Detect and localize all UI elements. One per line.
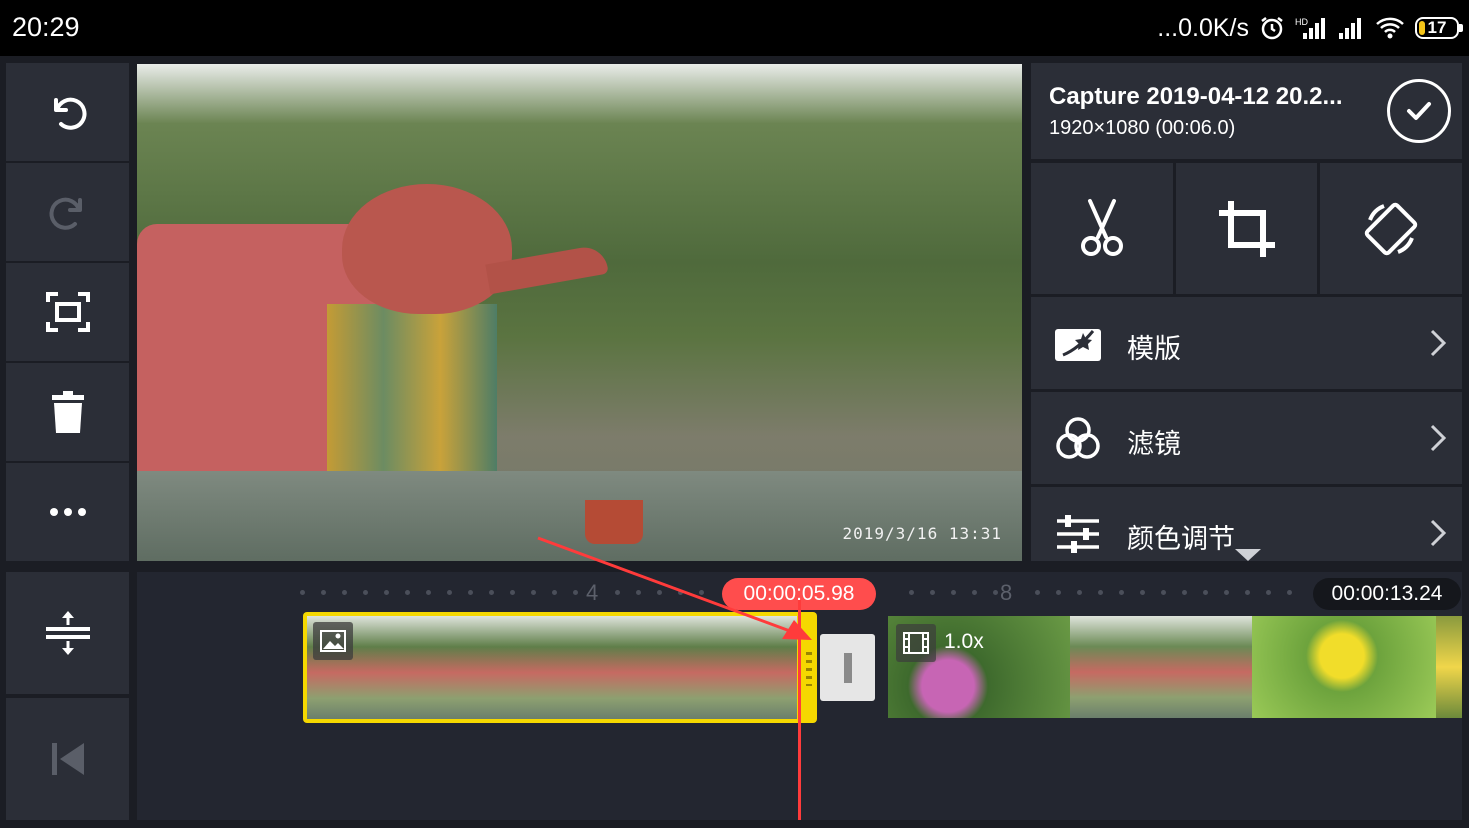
- delete-button[interactable]: [6, 363, 129, 461]
- ruler-tick: [405, 590, 410, 595]
- jump-to-start-button[interactable]: [6, 698, 129, 820]
- menu-label: 颜色调节: [1127, 524, 1235, 554]
- more-button[interactable]: [6, 463, 129, 561]
- ruler-tick: [447, 590, 452, 595]
- scroll-down-indicator-icon: [1235, 549, 1261, 561]
- ruler-tick: [1266, 590, 1271, 595]
- film-icon: [896, 624, 936, 662]
- annotation-arrow-icon: [537, 536, 812, 640]
- hd-signal-icon: HD: [1295, 17, 1325, 39]
- ruler-tick: [909, 590, 914, 595]
- ruler-tick: [1056, 590, 1061, 595]
- menu-item-filter[interactable]: 滤镜: [1031, 392, 1462, 484]
- crop-button[interactable]: [1175, 163, 1318, 294]
- ruler-tick: [930, 590, 935, 595]
- layers-icon: [45, 611, 90, 655]
- clip-title: Capture 2019-04-12 20.2...: [1049, 83, 1343, 110]
- redo-button[interactable]: [6, 163, 129, 261]
- skip-start-icon: [51, 743, 84, 775]
- redo-icon: [49, 197, 82, 230]
- ruler-tick: [1119, 590, 1124, 595]
- check-icon: [1407, 102, 1431, 120]
- clip-thumbnail: [1436, 616, 1462, 718]
- battery-icon: 17: [1415, 17, 1463, 39]
- clip-speed-label: 1.0x: [944, 630, 984, 653]
- transition-icon: [843, 652, 852, 683]
- total-duration: 00:00:13.24: [1313, 578, 1461, 610]
- crop-icon: [1218, 200, 1275, 257]
- ruler-tick: [342, 590, 347, 595]
- more-icon: [49, 508, 86, 516]
- menu-item-color-adjust[interactable]: 颜色调节: [1031, 487, 1462, 561]
- chevron-right-icon: [1430, 329, 1447, 357]
- transition-button[interactable]: [820, 634, 875, 701]
- status-time: 20:29: [12, 12, 80, 42]
- ruler-tick: [1182, 590, 1187, 595]
- image-icon: [313, 622, 353, 660]
- ruler-label: 8: [1000, 580, 1013, 605]
- fullscreen-icon: [45, 292, 90, 332]
- ruler-tick: [468, 590, 473, 595]
- menu-label: 滤镜: [1127, 429, 1181, 459]
- left-toolbar: [6, 63, 129, 563]
- rotate-button[interactable]: [1320, 163, 1463, 294]
- svg-text:HD: HD: [1295, 17, 1308, 27]
- confirm-button[interactable]: [1387, 79, 1451, 143]
- status-bar: 20:29 ...0.0K/s HD 17: [0, 0, 1469, 56]
- menu-label: 模版: [1127, 334, 1181, 364]
- ruler-tick: [489, 590, 494, 595]
- video-preview[interactable]: 2019/3/16 13:31: [137, 64, 1022, 561]
- preview-timestamp: 2019/3/16 13:31: [842, 524, 1002, 543]
- ruler-tick: [1077, 590, 1082, 595]
- undo-icon: [53, 97, 86, 130]
- layers-button[interactable]: [6, 572, 129, 694]
- menu-item-template[interactable]: 模版: [1031, 297, 1462, 389]
- ruler-tick: [1161, 590, 1166, 595]
- ruler-tick: [1287, 590, 1292, 595]
- ruler-tick: [1203, 590, 1208, 595]
- clip-header: Capture 2019-04-12 20.2... 1920×1080 (00…: [1031, 63, 1462, 159]
- clip-thumbnail: [1070, 616, 1252, 718]
- ruler-tick: [363, 590, 368, 595]
- trash-icon: [51, 391, 84, 433]
- status-icons: ...0.0K/s HD 17: [1157, 12, 1463, 44]
- ruler-tick: [300, 590, 305, 595]
- scissors-icon: [1080, 198, 1123, 256]
- ruler-tick: [321, 590, 326, 595]
- ruler-tick: [972, 590, 977, 595]
- clip-resolution: 1920×1080 (00:06.0): [1049, 117, 1236, 139]
- clip-thumbnail: [1252, 616, 1436, 718]
- rotate-icon: [1364, 202, 1418, 255]
- ruler-tick: [1098, 590, 1103, 595]
- chevron-right-icon: [1430, 519, 1447, 547]
- clip-tools: [1031, 163, 1463, 294]
- network-speed: ...0.0K/s: [1157, 13, 1249, 42]
- wifi-icon: [1376, 17, 1404, 39]
- clip-panel: Capture 2019-04-12 20.2... 1920×1080 (00…: [1031, 63, 1463, 561]
- chevron-right-icon: [1430, 424, 1447, 452]
- template-icon: [1055, 329, 1101, 361]
- ruler-tick: [426, 590, 431, 595]
- ruler-tick: [951, 590, 956, 595]
- ruler-tick: [1140, 590, 1145, 595]
- timeline-clip-video[interactable]: 1.0x: [888, 616, 1462, 718]
- battery-level: 17: [1427, 18, 1447, 37]
- ruler-tick: [993, 590, 998, 595]
- ruler-tick: [1245, 590, 1250, 595]
- filter-icon: [1056, 417, 1100, 459]
- ruler-tick: [1035, 590, 1040, 595]
- undo-button[interactable]: [6, 63, 129, 161]
- ruler-tick: [384, 590, 389, 595]
- sliders-icon: [1057, 515, 1099, 553]
- signal-icon: [1339, 18, 1361, 39]
- ruler-tick: [510, 590, 515, 595]
- fullscreen-button[interactable]: [6, 263, 129, 361]
- ruler-tick: [1224, 590, 1229, 595]
- timeline-side-tools: [6, 572, 129, 820]
- split-button[interactable]: [1031, 163, 1173, 294]
- trim-handle-icon[interactable]: [806, 652, 812, 686]
- alarm-icon: [1261, 17, 1283, 40]
